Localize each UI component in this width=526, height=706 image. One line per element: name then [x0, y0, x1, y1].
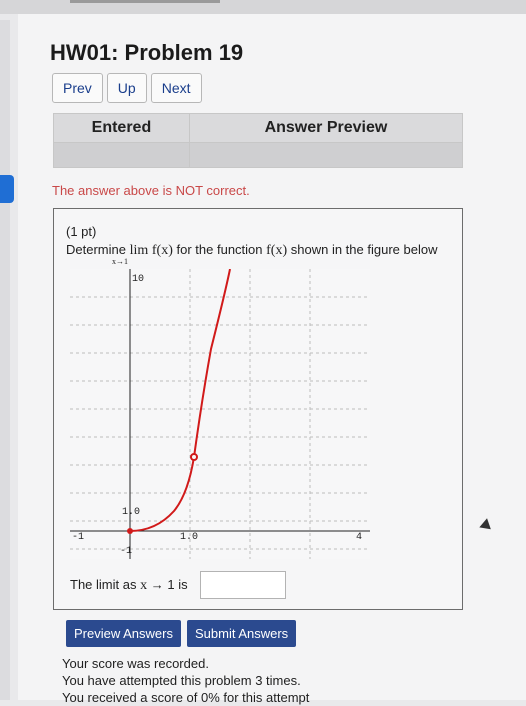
- open-point: [190, 453, 198, 461]
- points-label: (1 pt): [66, 224, 97, 239]
- problem-box: (1 pt) Determine lim f(x) for the functi…: [53, 208, 463, 610]
- top-divider: [70, 0, 220, 3]
- prompt-start: Determine: [66, 242, 126, 257]
- problem-nav: Prev Up Next: [52, 73, 202, 103]
- limit-target: 1: [167, 577, 175, 592]
- score-line-2: You have attempted this problem 3 times.: [62, 673, 301, 688]
- function-graph: 10 1.0 1.0 -1 -1 4: [70, 269, 370, 559]
- score-line-3: You received a score of 0% for this atte…: [62, 690, 310, 705]
- answer-actions: Preview Answers Submit Answers: [66, 620, 297, 647]
- answer-preview-cell: [188, 142, 464, 168]
- left-gutter: [0, 20, 10, 700]
- answer-status: The answer above is NOT correct.: [52, 183, 250, 198]
- x-max-label: 4: [356, 532, 362, 543]
- limit-label: The limit as: [70, 577, 137, 592]
- submit-answers-button[interactable]: Submit Answers: [186, 620, 297, 647]
- answer-preview-header: Answer Preview: [188, 113, 464, 143]
- limit-question: The limit as x → 1 is: [70, 577, 188, 594]
- fx-symbol: f(x): [151, 243, 173, 258]
- answers-table: Entered Answer Preview: [53, 113, 464, 168]
- limit-subscript: x→1: [112, 257, 128, 266]
- page-title: HW01: Problem 19: [50, 40, 244, 65]
- y-top-label: 10: [132, 274, 144, 285]
- entered-cell: [53, 142, 190, 168]
- score-summary: Your score was recorded. You have attemp…: [62, 655, 309, 706]
- limit-answer-input[interactable]: [200, 571, 286, 599]
- prev-button[interactable]: Prev: [52, 73, 103, 103]
- next-button[interactable]: Next: [150, 73, 202, 103]
- y-one-label: 1.0: [122, 507, 140, 518]
- left-indicator: [0, 175, 14, 203]
- fx-symbol-2: f(x): [266, 243, 288, 258]
- filled-point: [127, 528, 133, 534]
- limit-arrow: →: [150, 577, 164, 592]
- up-button[interactable]: Up: [106, 73, 147, 103]
- score-line-1: Your score was recorded.: [62, 656, 209, 671]
- preview-answers-button[interactable]: Preview Answers: [66, 620, 181, 647]
- limit-symbol: lim: [129, 243, 149, 258]
- x-min-label: -1: [72, 532, 84, 543]
- prompt-mid: for the function: [176, 242, 263, 257]
- x-one-label: 1.0: [180, 532, 198, 543]
- limit-var: x: [140, 578, 148, 593]
- y-min-label: -1: [120, 546, 132, 557]
- prompt-end: shown in the figure below: [290, 242, 438, 257]
- entered-header: Entered: [53, 113, 190, 143]
- limit-is: is: [178, 577, 188, 592]
